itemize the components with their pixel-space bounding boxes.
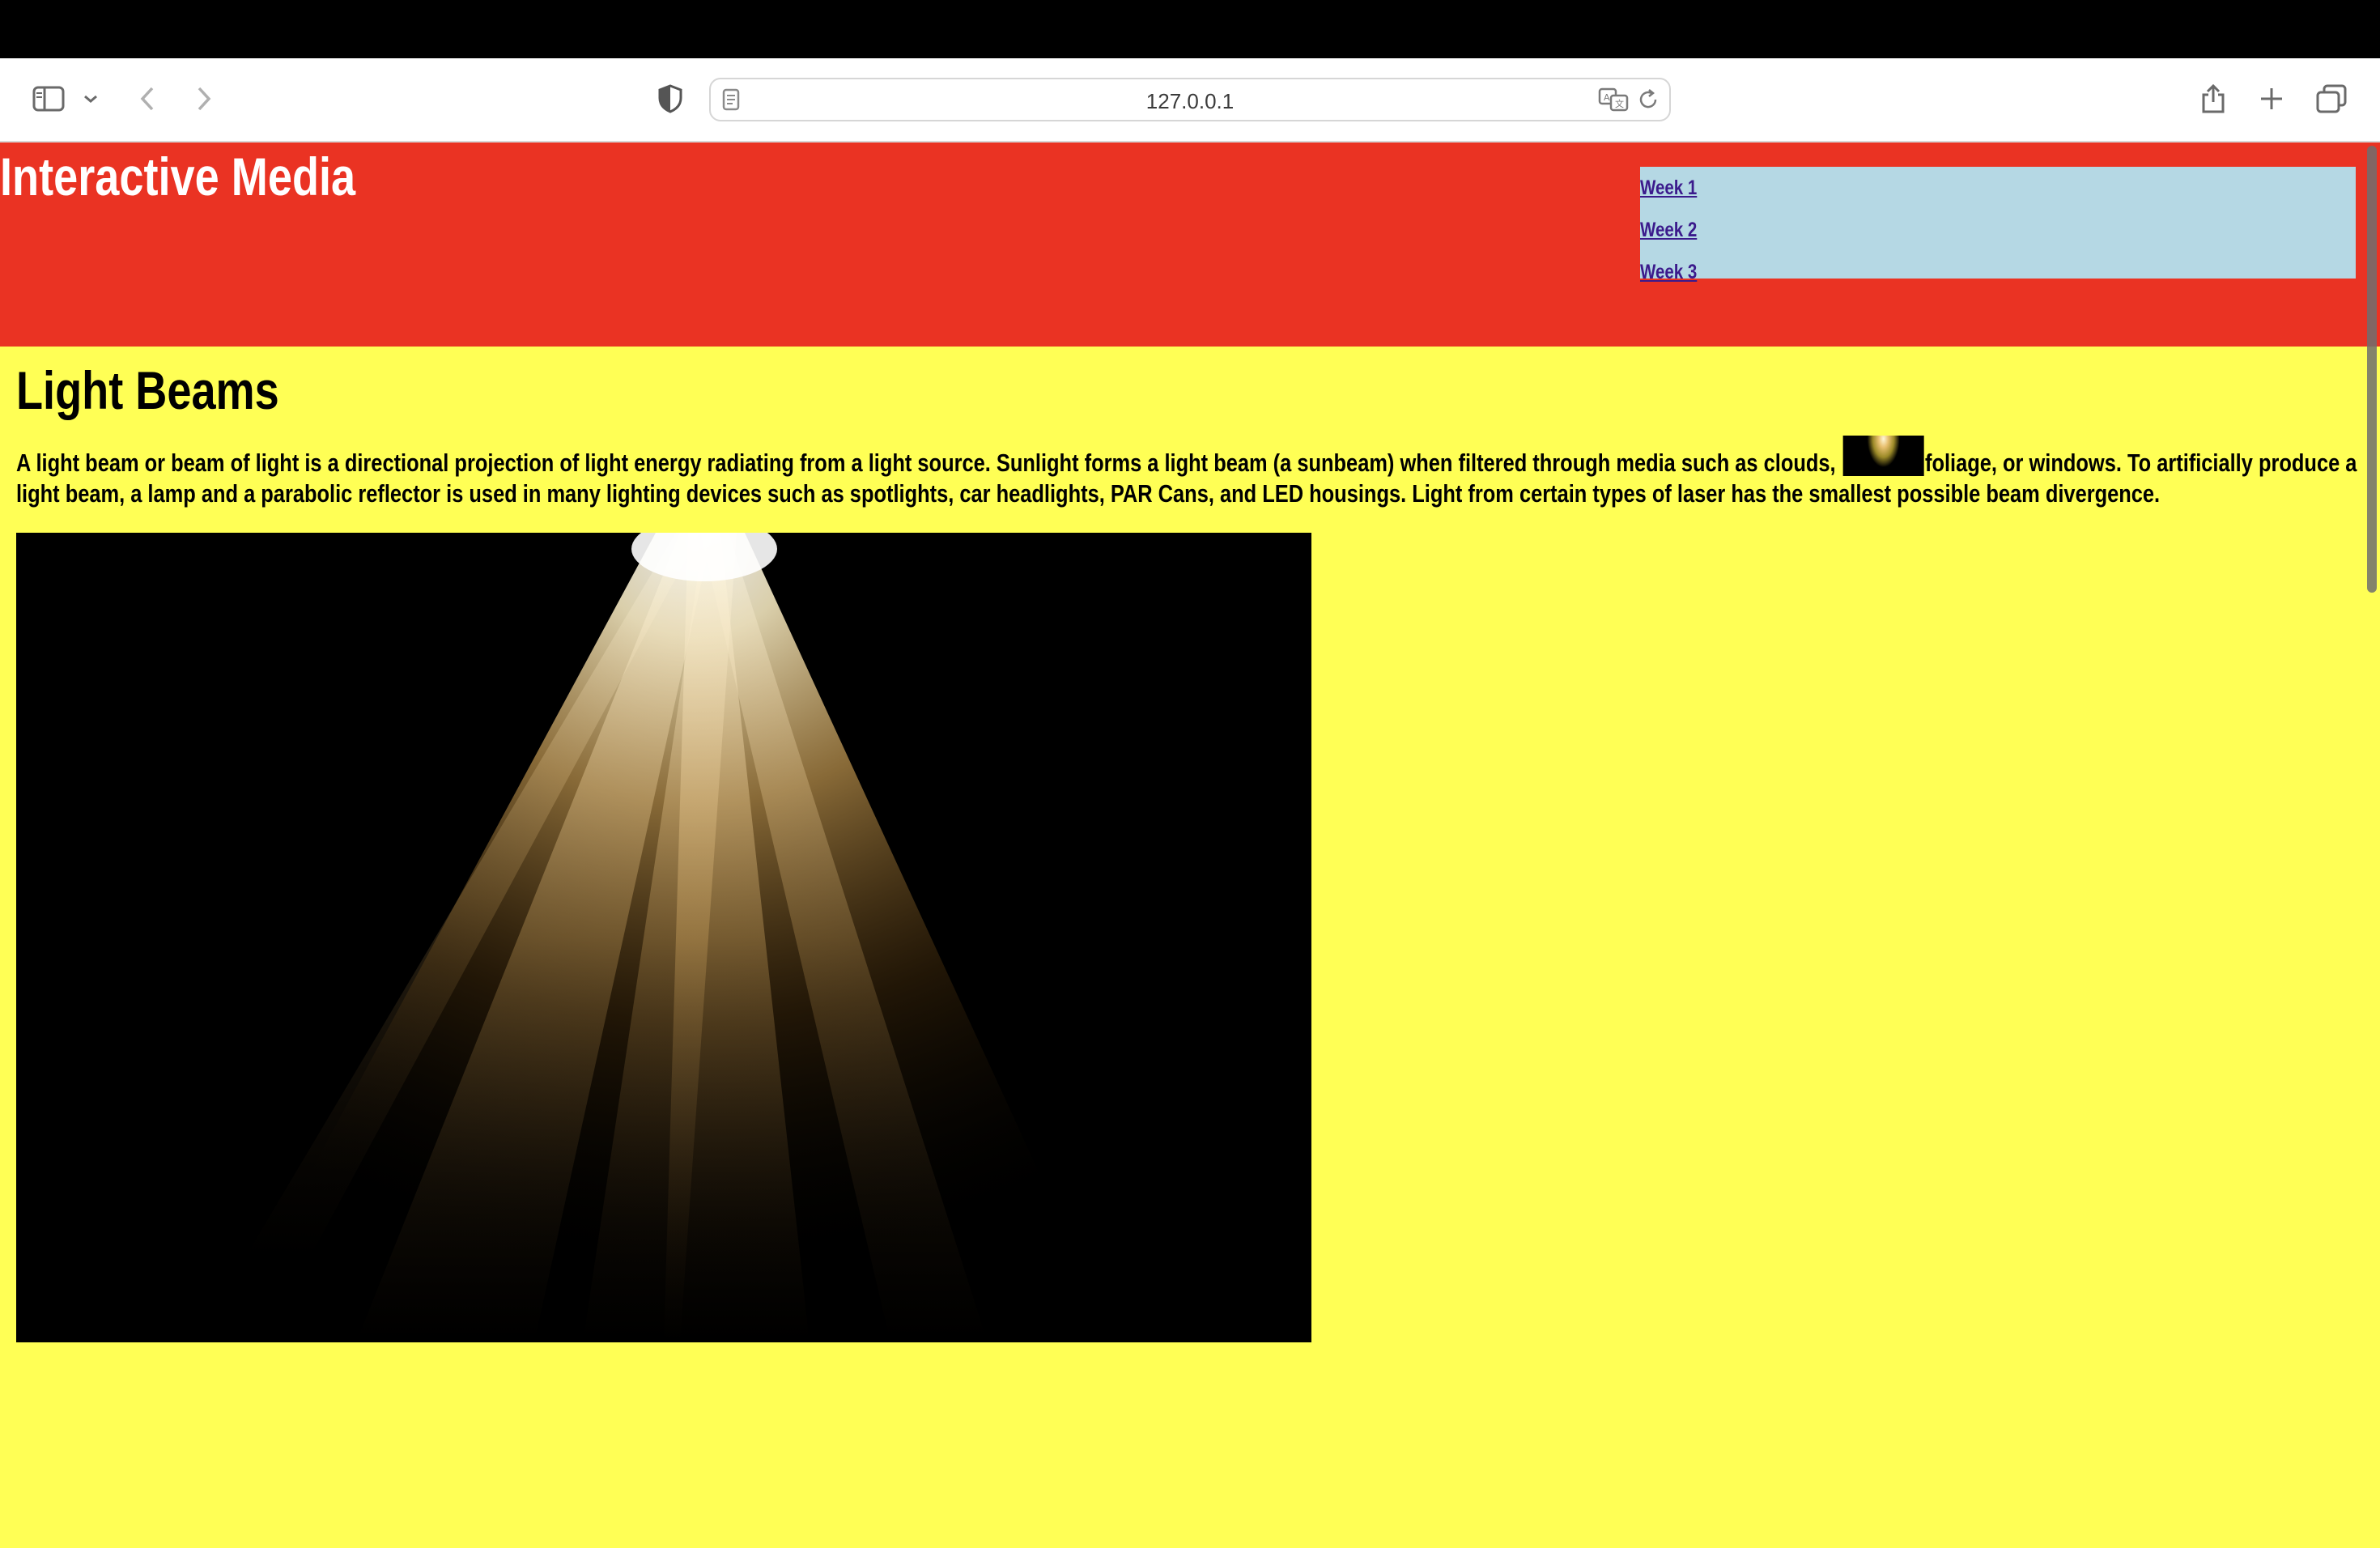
reload-icon[interactable] bbox=[1637, 88, 1660, 114]
tab-overview-icon[interactable] bbox=[2309, 76, 2354, 121]
intro-paragraph: A light beam or beam of light is a direc… bbox=[16, 436, 2362, 509]
site-header: Interactive Media Week 1 Week 2 Week 3 bbox=[0, 142, 2380, 347]
site-nav: Week 1 Week 2 Week 3 bbox=[1640, 167, 2356, 283]
nav-item-week-3: Week 3 bbox=[1640, 251, 2356, 293]
chevron-left-icon[interactable] bbox=[125, 76, 170, 121]
plus-icon[interactable] bbox=[2249, 76, 2294, 121]
sidebar-icon[interactable] bbox=[26, 76, 71, 121]
svg-text:A: A bbox=[1604, 92, 1610, 103]
light-beam-image bbox=[16, 533, 1311, 1342]
nav-item-week-1: Week 1 bbox=[1640, 167, 2356, 209]
site-title: Interactive Media bbox=[0, 147, 356, 206]
page-scrollbar[interactable] bbox=[2362, 142, 2380, 1548]
nav-link-week-1[interactable]: Week 1 bbox=[1640, 167, 1697, 209]
page-heading: Light Beams bbox=[16, 360, 279, 420]
nav-item-week-2: Week 2 bbox=[1640, 209, 2356, 251]
address-text: 127.0.0.1 bbox=[1145, 89, 1235, 113]
scrollbar-thumb[interactable] bbox=[2367, 146, 2377, 593]
share-icon[interactable] bbox=[2191, 76, 2236, 121]
shield-icon[interactable] bbox=[648, 76, 693, 121]
translate-icon[interactable]: A文 bbox=[1598, 87, 1630, 115]
chevron-right-icon[interactable] bbox=[181, 76, 227, 121]
browser-toolbar: 127.0.0.1 A文 bbox=[0, 58, 2380, 142]
light-beam-thumbnail bbox=[1842, 436, 1924, 476]
address-bar[interactable]: 127.0.0.1 A文 bbox=[709, 78, 1671, 121]
nav-link-week-3[interactable]: Week 3 bbox=[1640, 251, 1697, 293]
system-top-strip bbox=[0, 0, 2380, 58]
intro-wrapper: A light beam or beam of light is a direc… bbox=[16, 436, 2364, 509]
chevron-down-icon[interactable] bbox=[71, 76, 110, 121]
nav-link-week-2[interactable]: Week 2 bbox=[1640, 209, 1697, 251]
web-page-viewport: Interactive Media Week 1 Week 2 Week 3 L… bbox=[0, 142, 2380, 1548]
intro-text-start: A light beam or beam of light is a direc… bbox=[16, 449, 1842, 477]
svg-text:文: 文 bbox=[1615, 98, 1624, 109]
